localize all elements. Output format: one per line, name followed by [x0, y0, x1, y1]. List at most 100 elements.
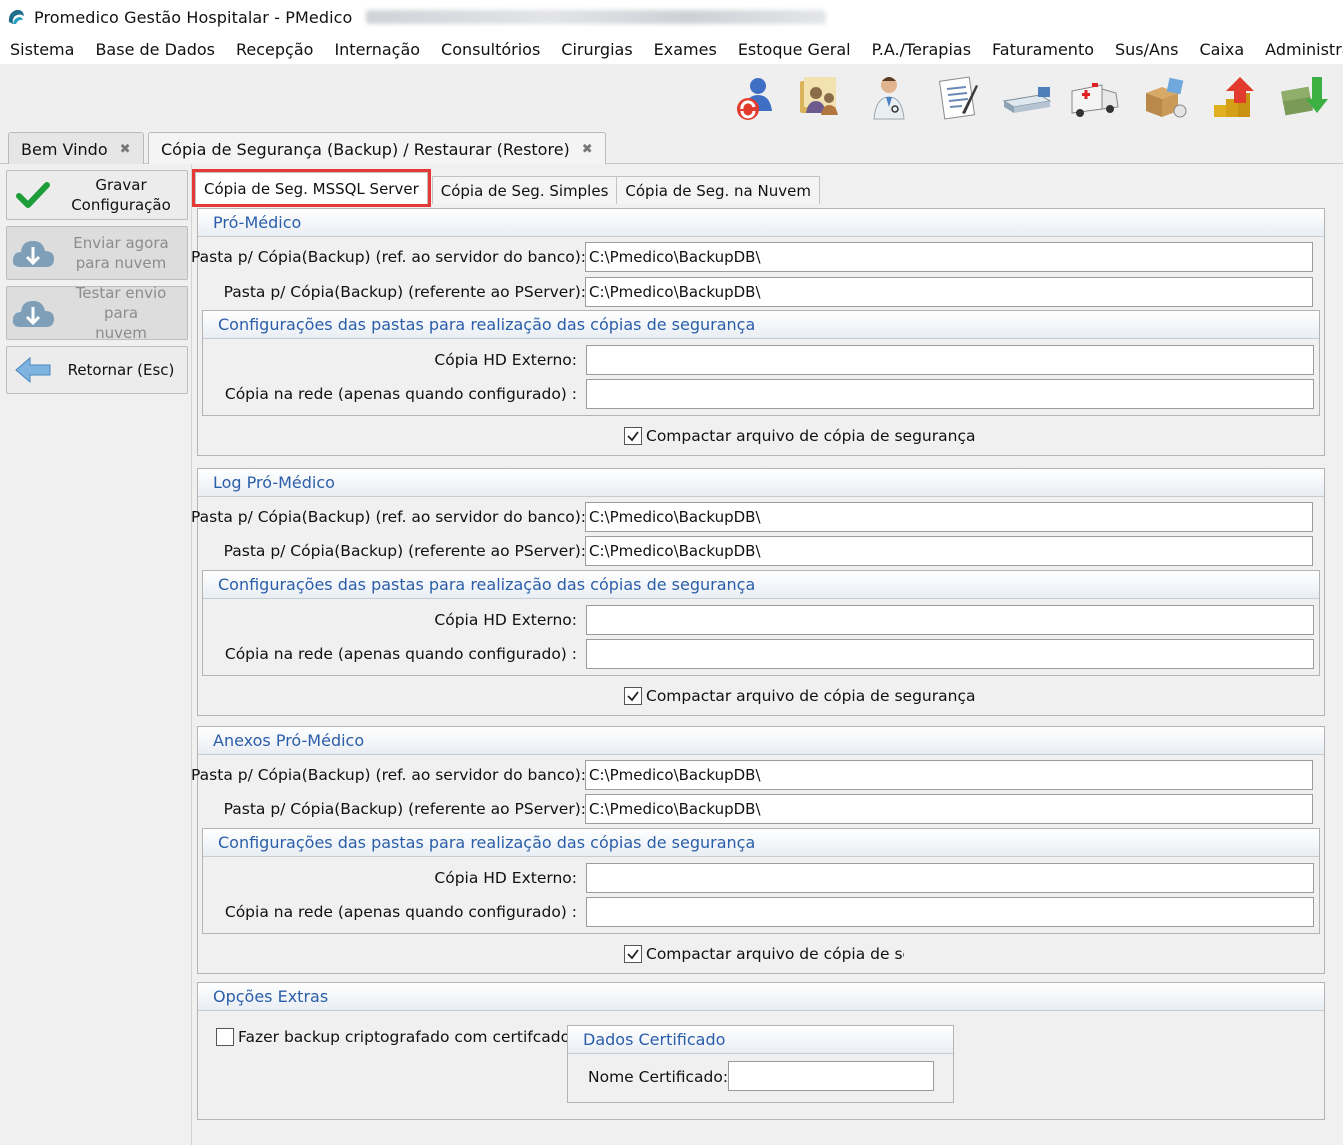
version-info-blurred: [366, 10, 827, 24]
tab-bem-vindo[interactable]: Bem Vindo ✖: [8, 132, 144, 165]
row-network: Cópia na rede (apenas quando configurado…: [199, 379, 1315, 409]
compress-checkbox[interactable]: [624, 945, 642, 963]
finance-up-icon[interactable]: [1208, 72, 1262, 124]
row-path-db: Pasta p/ Cópia(Backup) (ref. ao servidor…: [191, 760, 1324, 790]
cert-title: Dados Certificado: [568, 1026, 953, 1054]
path-db-label: Pasta p/ Cópia(Backup) (ref. ao servidor…: [191, 508, 586, 526]
row-path-db: Pasta p/ Cópia(Backup) (ref. ao servidor…: [191, 502, 1324, 532]
menu-recepcao[interactable]: Recepção: [236, 40, 313, 59]
path-pserver-label: Pasta p/ Cópia(Backup) (referente ao PSe…: [223, 800, 586, 818]
back-label: Retornar (Esc): [67, 361, 175, 379]
compress-checkbox-row[interactable]: Compactar arquivo de cópia de segurança: [624, 687, 975, 705]
network-input[interactable]: [586, 639, 1314, 669]
path-db-label: Pasta p/ Cópia(Backup) (ref. ao servidor…: [191, 766, 586, 784]
row-path-db: Pasta p/ Cópia(Backup) (ref. ao servidor…: [191, 242, 1324, 272]
test-cloud-label: Testar envio para nuvem: [75, 284, 167, 342]
tab-mssql-server[interactable]: Cópia de Seg. MSSQL Server: [192, 169, 431, 207]
menu-cirurgias[interactable]: Cirurgias: [561, 40, 632, 59]
encrypt-checkbox[interactable]: [216, 1028, 234, 1046]
group-anexos-pro-medico: Anexos Pró-Médico Pasta p/ Cópia(Backup)…: [191, 726, 1325, 974]
group-title: Pró-Médico: [198, 209, 1324, 237]
path-pserver-input[interactable]: [585, 277, 1313, 307]
network-input[interactable]: [586, 379, 1314, 409]
menu-base-de-dados[interactable]: Base de Dados: [95, 40, 215, 59]
action-sidebar: Gravar Configuração Enviar agora para nu…: [0, 164, 192, 1145]
sync-users-icon[interactable]: [726, 72, 780, 124]
row-hd-ext: Cópia HD Externo:: [199, 605, 1315, 635]
doctor-icon[interactable]: [862, 72, 916, 124]
hospital-bed-icon[interactable]: [1000, 72, 1054, 124]
save-config-label: Gravar Configuração: [71, 176, 171, 214]
row-path-pserver: Pasta p/ Cópia(Backup) (referente ao PSe…: [198, 536, 1324, 566]
network-label: Cópia na rede (apenas quando configurado…: [224, 645, 577, 663]
cert-name-input[interactable]: [728, 1061, 934, 1091]
network-input[interactable]: [586, 897, 1314, 927]
ambulance-icon[interactable]: [1068, 72, 1122, 124]
menu-sistema[interactable]: Sistema: [10, 40, 74, 59]
contacts-folder-icon[interactable]: [794, 72, 848, 124]
close-icon[interactable]: ✖: [582, 142, 593, 157]
folders-config-subgroup: Configurações das pastas para realização…: [202, 828, 1320, 934]
app-logo-icon: [8, 9, 24, 24]
hd-ext-label: Cópia HD Externo:: [434, 351, 577, 369]
menu-estoque-geral[interactable]: Estoque Geral: [738, 40, 851, 59]
title-bar: Promedico Gestão Hospitalar - PMedico: [0, 0, 1343, 34]
finance-down-icon[interactable]: [1276, 72, 1330, 124]
menu-sus-ans[interactable]: Sus/Ans: [1115, 40, 1178, 59]
row-path-pserver: Pasta p/ Cópia(Backup) (referente ao PSe…: [198, 277, 1324, 307]
group-log-pro-medico: Log Pró-Médico Pasta p/ Cópia(Backup) (r…: [191, 468, 1325, 716]
window-title: Promedico Gestão Hospitalar - PMedico: [34, 7, 353, 27]
path-pserver-label: Pasta p/ Cópia(Backup) (referente ao PSe…: [223, 542, 586, 560]
send-cloud-button[interactable]: Enviar agora para nuvem: [6, 226, 188, 280]
compress-checkbox[interactable]: [624, 427, 642, 445]
group-extra-options: Opções Extras Fazer backup criptografado…: [197, 982, 1325, 1120]
arrow-left-icon: [7, 355, 59, 385]
send-cloud-label: Enviar agora para nuvem: [73, 234, 169, 272]
hd-ext-input[interactable]: [586, 345, 1314, 375]
menu-administracao[interactable]: Administração: [1265, 40, 1343, 59]
group-title: Opções Extras: [198, 983, 1324, 1011]
backup-config-panel: Cópia de Seg. MSSQL Server Cópia de Seg.…: [191, 164, 1343, 1145]
hd-ext-input[interactable]: [586, 605, 1314, 635]
menu-caixa[interactable]: Caixa: [1199, 40, 1244, 59]
group-title: Log Pró-Médico: [198, 469, 1324, 497]
toolbar: [0, 64, 1343, 128]
compress-label: Compactar arquivo de cópia de segurança: [646, 687, 976, 705]
cloud-upload-icon: [7, 233, 59, 273]
menu-faturamento[interactable]: Faturamento: [992, 40, 1094, 59]
path-db-input[interactable]: [585, 242, 1313, 272]
compress-checkbox[interactable]: [624, 687, 642, 705]
menu-pa-terapias[interactable]: P.A./Terapias: [872, 40, 971, 59]
row-path-pserver: Pasta p/ Cópia(Backup) (referente ao PSe…: [198, 794, 1324, 824]
menu-internacao[interactable]: Internação: [334, 40, 420, 59]
row-hd-ext: Cópia HD Externo:: [199, 863, 1315, 893]
test-cloud-button[interactable]: Testar envio para nuvem: [6, 284, 188, 342]
path-pserver-input[interactable]: [585, 536, 1313, 566]
subgroup-title: Configurações das pastas para realização…: [203, 571, 1319, 599]
menu-exames[interactable]: Exames: [654, 40, 717, 59]
hd-ext-input[interactable]: [586, 863, 1314, 893]
close-icon[interactable]: ✖: [120, 142, 131, 157]
hd-ext-label: Cópia HD Externo:: [434, 611, 577, 629]
menu-bar: Sistema Base de Dados Recepção Internaçã…: [0, 34, 1343, 64]
folders-config-subgroup: Configurações das pastas para realização…: [202, 570, 1320, 676]
path-pserver-input[interactable]: [585, 794, 1313, 824]
back-button[interactable]: Retornar (Esc): [6, 346, 188, 394]
row-network: Cópia na rede (apenas quando configurado…: [199, 639, 1315, 669]
save-config-button[interactable]: Gravar Configuração: [6, 170, 188, 220]
tab-simple-backup[interactable]: Cópia de Seg. Simples: [431, 176, 618, 204]
compress-checkbox-row[interactable]: Compactar arquivo de cópia de seç: [624, 945, 904, 963]
tab-backup-restore[interactable]: Cópia de Segurança (Backup) / Restaurar …: [148, 132, 606, 166]
path-db-input[interactable]: [585, 760, 1313, 790]
path-db-input[interactable]: [585, 502, 1313, 532]
tab-label: Cópia de Segurança (Backup) / Restaurar …: [161, 140, 570, 159]
encrypt-checkbox-row[interactable]: Fazer backup criptografado com certifcad…: [216, 1028, 570, 1046]
compress-label: Compactar arquivo de cópia de seç: [646, 945, 904, 963]
prescription-document-icon[interactable]: [930, 72, 984, 124]
tab-cloud-backup[interactable]: Cópia de Seg. na Nuvem: [616, 176, 820, 204]
stock-boxes-icon[interactable]: [1138, 72, 1192, 124]
compress-label: Compactar arquivo de cópia de segurança: [646, 427, 976, 445]
menu-consultorios[interactable]: Consultórios: [441, 40, 540, 59]
subgroup-title: Configurações das pastas para realização…: [203, 829, 1319, 857]
compress-checkbox-row[interactable]: Compactar arquivo de cópia de segurança: [624, 427, 975, 445]
